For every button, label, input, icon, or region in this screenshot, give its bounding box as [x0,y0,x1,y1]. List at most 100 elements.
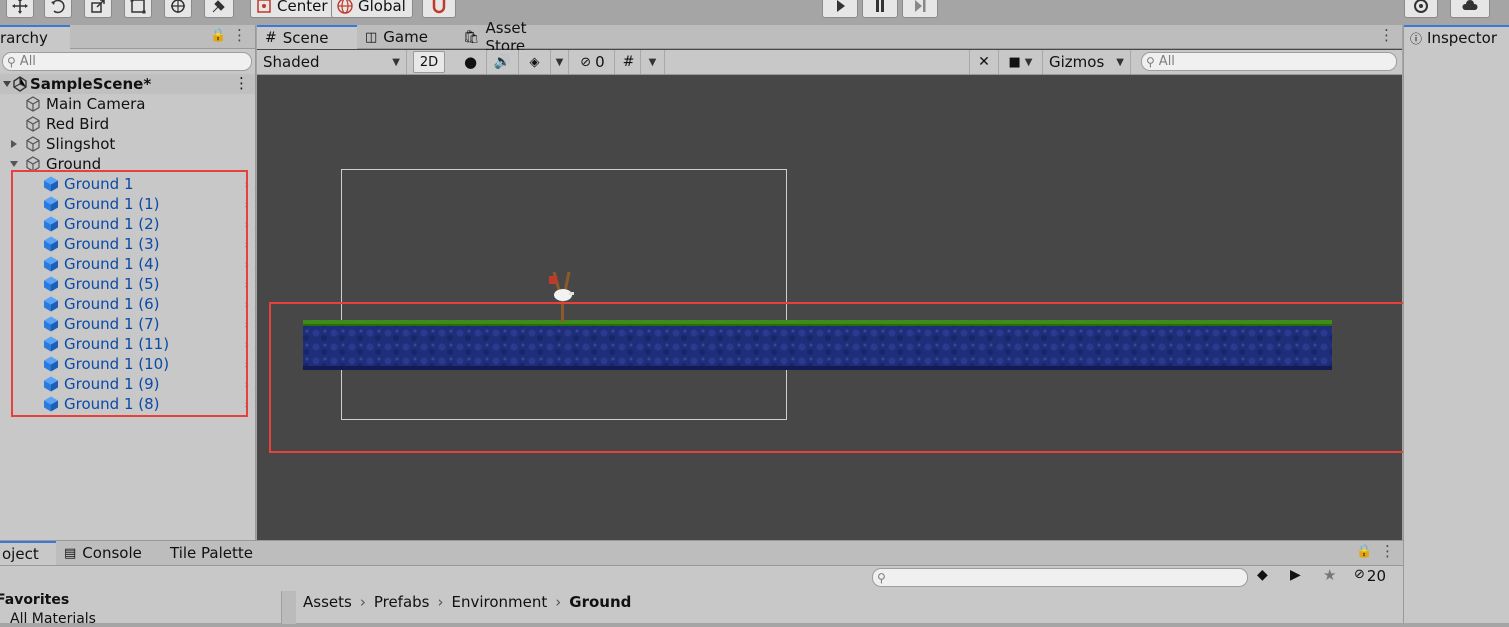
collab-icon [1414,0,1428,13]
pivot-center-button[interactable]: Center [250,0,335,18]
rotate-tool-icon [51,0,65,14]
hidden-packages-toggle[interactable]: ⊘ 20 [1354,567,1386,585]
project-search-input[interactable]: ⚲ [872,568,1248,587]
unity-scene-icon [13,76,27,92]
tab-tile-palette-label: Tile Palette [170,544,253,562]
tree-scrollbar[interactable] [282,591,296,624]
red-bird-sprite[interactable] [554,289,574,301]
grid-toggle[interactable]: # [617,50,641,74]
tab-tile-palette[interactable]: Tile Palette [162,541,272,565]
favorite-star-icon[interactable]: ★ [1323,566,1336,584]
favorites-item[interactable]: All Materials [10,611,96,627]
breadcrumb-item[interactable]: Prefabs [374,593,430,611]
lock-icon[interactable]: 🔒 [210,28,226,43]
gameobject-cube-icon [26,96,40,112]
rect-tool-button[interactable] [124,0,152,18]
gameobject-cube-icon [26,116,40,132]
step-button[interactable] [902,0,938,18]
tab-scene-label: Scene [282,29,329,47]
tab-asset-store[interactable]: 🛍 Asset Store [455,19,575,55]
grid-snap-icon: # [622,54,635,70]
transform-tool-button[interactable] [164,0,192,18]
filter-by-type-icon[interactable]: ◆ [1257,567,1268,583]
selection-highlight-scene [269,302,1439,453]
step-icon [915,0,926,12]
scene-toolbar: Shaded ▼ 2D ● 🔊 ◈ ▼ ⊘ 0 # ▼ ✕ ■ ▼ Gizmos… [257,50,1402,75]
dropdown-arrow-icon: ▼ [648,56,657,68]
effects-dropdown[interactable]: ▼ [551,50,569,74]
grid-dropdown[interactable]: ▼ [641,50,665,74]
gizmos-dropdown[interactable]: Gizmos ▼ [1043,50,1131,74]
main-toolbar: Center Global [0,0,1509,25]
breadcrumb-item[interactable]: Ground [569,593,631,611]
kebab-menu-icon[interactable]: ⋮ [1380,542,1395,560]
gameobject-cube-icon [26,136,40,152]
lock-icon[interactable]: 🔒 [1356,544,1372,559]
scene-kebab-icon[interactable]: ⋮ [234,74,249,92]
move-tool-button[interactable] [6,0,34,18]
play-button[interactable] [822,0,858,18]
2d-mode-label: 2D [419,54,439,70]
breadcrumb-item[interactable]: Environment [452,593,548,611]
label-tag-icon[interactable]: ▶ [1290,567,1301,583]
hierarchy-item-red-bird[interactable]: Red Bird [0,114,255,134]
space-label: Global [358,0,406,15]
inspector-tab-label: Inspector [1427,29,1497,47]
rotate-tool-button[interactable] [44,0,72,18]
rect-tool-icon [130,0,146,14]
expanded-arrow-icon[interactable] [8,158,20,170]
tab-hierarchy[interactable]: rarchy [0,25,70,49]
audio-toggle[interactable]: 🔊 [487,50,519,74]
scene-tabbar: # Scene ◫ Game 🛍 Asset Store ⋮ [257,19,1402,55]
pause-icon [876,0,884,12]
collab-button[interactable] [1404,0,1438,18]
tab-project[interactable]: oject [0,541,56,565]
scene-kebab-icon[interactable]: ⋮ [1379,26,1394,44]
tab-console[interactable]: ▤ Console [56,541,156,565]
scale-tool-button[interactable] [84,0,112,18]
dropdown-arrow-icon: ▼ [555,56,564,68]
pivot-icon [257,0,271,13]
shading-mode-dropdown[interactable]: Shaded ▼ [257,50,407,74]
search-icon: ⚲ [1146,54,1155,69]
lighting-toggle[interactable]: ● [455,50,487,74]
inspector-tabbar: ⓘ Inspector [1404,25,1509,49]
scene-search-input[interactable]: ⚲ All [1141,52,1397,71]
globe-icon [337,0,353,14]
space-global-button[interactable]: Global [331,0,413,18]
hierarchy-search-input[interactable]: ⚲ All [2,52,252,71]
scene-row[interactable]: SampleScene* ⋮ [0,74,255,94]
favorites-label[interactable]: Favorites [0,592,69,608]
transform-tool-icon [171,0,185,13]
scene-name: SampleScene* [30,75,152,93]
play-icon [837,0,845,12]
tab-scene[interactable]: # Scene [257,25,357,49]
dropdown-arrow-icon: ▼ [1116,56,1124,68]
camera-dropdown[interactable]: ■ ▼ [999,50,1043,74]
bottom-hidden-count: 20 [1366,567,1386,585]
wrench-icon: ✕ [978,54,990,70]
custom-tool-button[interactable] [204,0,234,18]
tab-inspector[interactable]: ⓘ Inspector [1404,25,1509,49]
scene-tools-button[interactable]: ✕ [969,50,999,74]
hierarchy-item-label: Red Bird [46,115,110,133]
cloud-button[interactable] [1450,0,1490,18]
kebab-menu-icon[interactable]: ⋮ [232,26,247,44]
info-icon: ⓘ [1410,31,1423,46]
tab-project-label: oject [2,545,39,563]
grid-icon: # [265,30,277,46]
shopping-bag-icon: 🛍 [463,29,480,45]
shading-mode-value: Shaded [263,53,320,71]
2d-mode-toggle[interactable]: 2D [413,51,445,73]
hidden-objects-toggle[interactable]: ⊘ 0 [571,50,615,74]
hierarchy-item-main-camera[interactable]: Main Camera [0,94,255,114]
tab-game[interactable]: ◫ Game [357,25,455,49]
pause-button[interactable] [862,0,898,18]
gamepad-icon: ◫ [365,29,378,45]
breadcrumb-item[interactable]: Assets [303,593,352,611]
snap-button[interactable] [422,0,456,18]
collapsed-arrow-icon[interactable] [8,138,20,150]
inspector-panel: ⓘ Inspector [1403,25,1509,623]
effects-toggle[interactable]: ◈ [519,50,551,74]
hierarchy-item-slingshot[interactable]: Slingshot [0,134,255,154]
